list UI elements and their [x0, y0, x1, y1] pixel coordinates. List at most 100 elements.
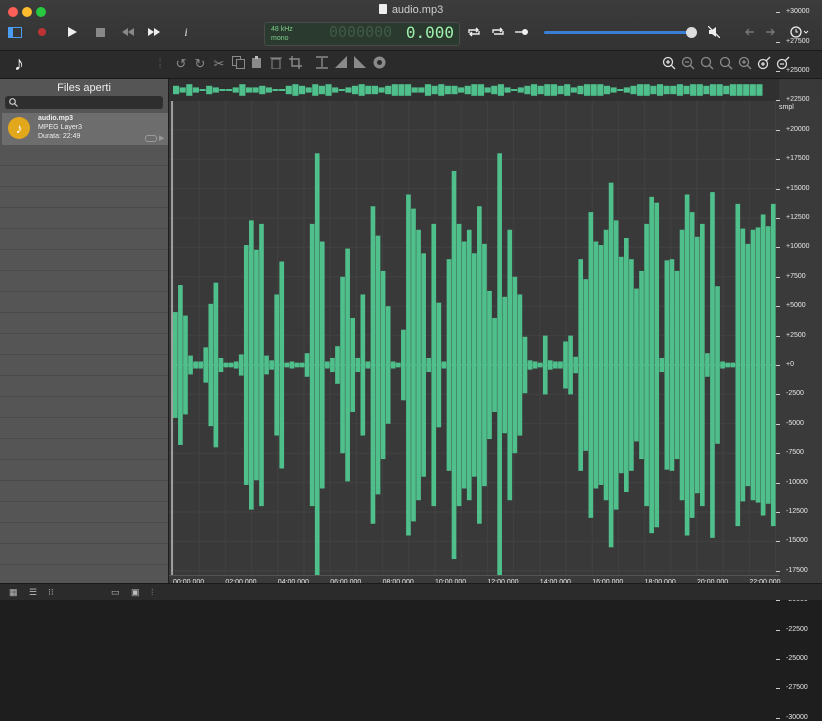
zoom-all-button[interactable] [737, 56, 753, 72]
playhead-icon [515, 29, 528, 35]
file-list-item[interactable]: ♪ audio.mp3 MPEG Layer3 Durata: 22:49 ▶ [2, 113, 168, 145]
play-file-icon[interactable]: ▶ [159, 134, 164, 142]
overview-segment [623, 87, 630, 93]
fast-forward-button[interactable] [146, 22, 162, 42]
cut-button[interactable]: ✂ [211, 56, 227, 72]
overview-segment [756, 84, 763, 96]
overview-segment [418, 87, 425, 93]
vertical-zoom-in-button[interactable] [756, 56, 772, 72]
overview-segment [670, 85, 677, 95]
columns-view-icon[interactable]: ⁝⁝ [48, 587, 54, 598]
overview-segment [232, 87, 239, 93]
ruler-tick [776, 71, 780, 72]
sidebar: Files aperti ♪ audio.mp3 MPEG Layer3 Dur… [0, 79, 168, 583]
volume-slider[interactable] [544, 31, 692, 34]
overview-segment [530, 84, 538, 96]
ruler-label: -27500 [786, 684, 808, 692]
ruler-tick [776, 482, 780, 484]
zoom-all-icon [738, 56, 752, 70]
fast-forward-icon [148, 28, 160, 36]
ruler-tick [776, 629, 780, 631]
amplitude-ruler: smpl +30000 +27500 +25000 +22500 +20000 +1750… [776, 8, 822, 721]
overview-segment [729, 84, 736, 96]
search-input[interactable] [5, 96, 163, 109]
ruler-label: +30000 [786, 8, 810, 16]
overview-segment [385, 85, 392, 95]
info-button[interactable]: i [178, 22, 194, 42]
cursor-follow-button[interactable] [513, 22, 531, 42]
overview-segment [179, 87, 186, 93]
repeat-button[interactable] [490, 22, 506, 42]
trim-icon [316, 56, 328, 69]
play-button[interactable] [64, 22, 80, 42]
overview-segment [458, 87, 465, 93]
overview-segment [431, 85, 438, 95]
overview-segment [245, 87, 253, 93]
ruler-label: +7500 [786, 272, 806, 280]
effects-button[interactable] [371, 56, 387, 72]
loop-icon [468, 27, 480, 37]
ruler-label: +15000 [786, 184, 810, 192]
ruler-tick [776, 688, 780, 690]
overview-segment [438, 84, 445, 96]
volume-slider-knob[interactable] [686, 27, 697, 38]
delete-button[interactable] [268, 56, 284, 72]
zoom-out-icon [681, 56, 695, 70]
rewind-button[interactable] [120, 22, 136, 42]
image-icon[interactable]: ▣ [131, 587, 140, 598]
ruler-label: +25000 [786, 67, 810, 74]
waveform-canvas[interactable] [169, 101, 776, 575]
fade-out-button[interactable] [352, 56, 368, 72]
crop-button[interactable] [287, 56, 303, 72]
zoom-selection-button[interactable] [718, 56, 734, 72]
toggle-sidebar-button[interactable] [6, 22, 24, 42]
overview-segment [749, 84, 756, 96]
zoom-fit-button[interactable] [699, 56, 715, 72]
zoom-in-button[interactable] [661, 56, 677, 72]
overview-segment [524, 85, 531, 95]
redo-button[interactable]: ↻ [192, 56, 208, 72]
overview-segment [451, 85, 458, 95]
trim-silence-button[interactable] [314, 56, 330, 72]
fade-in-button[interactable] [333, 56, 349, 72]
overview-segment [318, 85, 325, 95]
copy-button[interactable] [230, 56, 246, 72]
stop-button[interactable] [92, 22, 108, 42]
overview-segment [709, 84, 717, 96]
loop-button[interactable] [466, 22, 482, 42]
zoom-out-button[interactable] [680, 56, 696, 72]
overview-segment [272, 89, 279, 91]
waveform-segment [314, 153, 320, 575]
overview-segment [226, 89, 233, 91]
speaker-mute-button[interactable] [706, 22, 722, 42]
forward-button[interactable] [764, 22, 778, 42]
stop-icon [95, 27, 105, 37]
list-view-icon[interactable]: ☰ [29, 587, 37, 598]
paste-icon [251, 56, 261, 68]
ruler-label: +22500 [786, 96, 810, 104]
overview-segment [173, 85, 180, 95]
overview-segment [511, 89, 518, 91]
ruler-tick [776, 512, 780, 513]
history-icon [790, 26, 809, 38]
grid-view-icon[interactable]: ▦ [9, 587, 18, 598]
overview-segment [537, 85, 544, 95]
screen-icon[interactable]: ▭ [111, 587, 120, 598]
grip-icon: ⁞ [151, 587, 154, 597]
overview-segment [703, 85, 710, 95]
back-button[interactable] [742, 22, 756, 42]
ruler-tick [776, 365, 780, 366]
edit-toolbar: ♪ ⁞ ↺ ↻ ✂ [0, 51, 822, 79]
record-button[interactable] [34, 22, 50, 42]
arrow-right-icon [766, 28, 775, 36]
overview-segment [351, 85, 359, 95]
waveform-overview[interactable] [169, 79, 779, 101]
overview-segment [597, 84, 604, 96]
overview-segment [186, 84, 193, 96]
overview-segment [365, 85, 372, 95]
paste-button[interactable] [249, 56, 265, 72]
overview-segment [464, 85, 471, 95]
undo-button[interactable]: ↺ [173, 56, 189, 72]
record-icon [38, 28, 46, 36]
overview-segment [683, 85, 690, 95]
